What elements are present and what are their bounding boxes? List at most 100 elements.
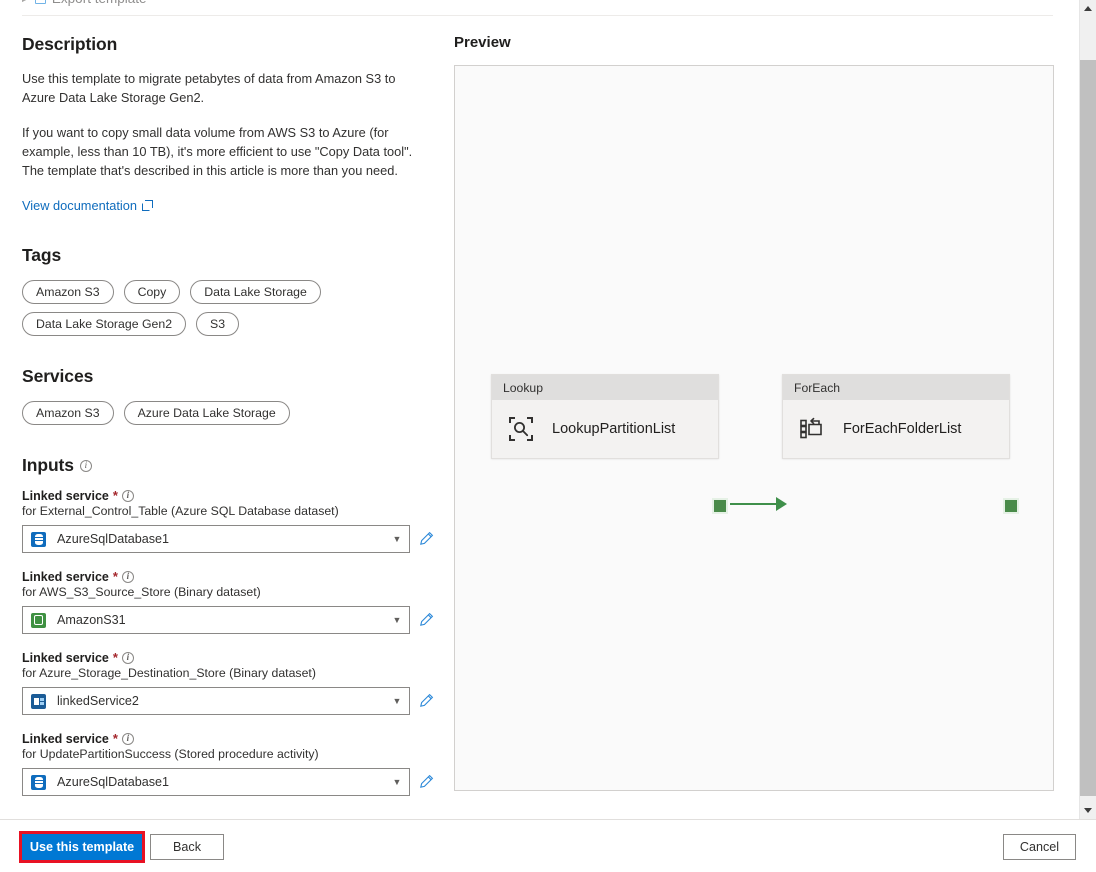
- external-link-icon: [142, 200, 153, 211]
- field-label-row: Linked service * i: [22, 569, 434, 584]
- view-documentation-link[interactable]: View documentation: [22, 198, 153, 213]
- linked-service-dropdown[interactable]: AzureSqlDatabase1 ▼: [22, 768, 410, 796]
- chevron-down-icon: ▼: [391, 697, 403, 706]
- view-documentation-label: View documentation: [22, 198, 137, 213]
- required-marker: *: [113, 488, 118, 503]
- lookup-activity-icon: [508, 416, 534, 442]
- foreach-output-connector[interactable]: [1003, 498, 1019, 514]
- foreach-activity-icon: [799, 416, 825, 442]
- linked-service-dropdown[interactable]: AmazonS31 ▼: [22, 606, 410, 634]
- chevron-right-icon: ▶: [22, 0, 29, 3]
- dropdown-value: AmazonS31: [57, 613, 391, 627]
- pipeline-node-foreach[interactable]: ForEach ForEachFolderList: [782, 374, 1010, 459]
- inputs-heading: Inputs: [22, 455, 74, 476]
- description-paragraph-1: Use this template to migrate petabytes o…: [22, 69, 414, 107]
- description-paragraph-2: If you want to copy small data volume fr…: [22, 123, 414, 180]
- field-label-text: Linked service: [22, 570, 109, 584]
- tag-pill[interactable]: Amazon S3: [22, 280, 114, 304]
- service-pill[interactable]: Azure Data Lake Storage: [124, 401, 290, 425]
- field-control-row: AmazonS31 ▼: [22, 606, 434, 634]
- required-marker: *: [113, 650, 118, 665]
- azure-sql-database-icon: [31, 532, 46, 547]
- tag-pill[interactable]: Data Lake Storage: [190, 280, 321, 304]
- edit-pencil-icon[interactable]: [418, 774, 434, 790]
- field-label-text: Linked service: [22, 489, 109, 503]
- export-template-row[interactable]: ▶ Export template: [0, 0, 1070, 16]
- field-sublabel: for Azure_Storage_Destination_Store (Bin…: [22, 666, 434, 680]
- pipeline-preview-canvas[interactable]: Lookup LookupPartitionList F: [454, 65, 1054, 791]
- field-control-row: AzureSqlDatabase1 ▼: [22, 768, 434, 796]
- info-icon[interactable]: i: [122, 571, 134, 583]
- inputs-heading-row: Inputs i: [22, 455, 434, 476]
- service-pill[interactable]: Amazon S3: [22, 401, 114, 425]
- field-sublabel: for UpdatePartitionSuccess (Stored proce…: [22, 747, 434, 761]
- linked-service-dropdown[interactable]: linkedService2 ▼: [22, 687, 410, 715]
- template-detail-content: Description Use this template to migrate…: [0, 16, 1070, 819]
- chevron-down-icon: ▼: [391, 778, 403, 787]
- node-name-label: LookupPartitionList: [552, 421, 675, 437]
- tag-pill[interactable]: Copy: [124, 280, 181, 304]
- linked-service-field: Linked service * i for UpdatePartitionSu…: [22, 731, 434, 796]
- node-name-label: ForEachFolderList: [843, 421, 961, 437]
- edit-pencil-icon[interactable]: [418, 612, 434, 628]
- field-label-text: Linked service: [22, 732, 109, 746]
- edit-pencil-icon[interactable]: [418, 693, 434, 709]
- export-icon: [35, 0, 46, 4]
- azure-blob-storage-icon: [31, 694, 46, 709]
- amazon-s3-icon: [31, 613, 46, 628]
- field-control-row: linkedService2 ▼: [22, 687, 434, 715]
- tags-list: Amazon S3 Copy Data Lake Storage Data La…: [22, 280, 422, 336]
- node-type-label: Lookup: [492, 375, 718, 400]
- field-label-row: Linked service * i: [22, 488, 434, 503]
- linked-service-field: Linked service * i for Azure_Storage_Des…: [22, 650, 434, 715]
- field-sublabel: for AWS_S3_Source_Store (Binary dataset): [22, 585, 434, 599]
- dropdown-value: AzureSqlDatabase1: [57, 532, 391, 546]
- linked-service-field: Linked service * i for External_Control_…: [22, 488, 434, 553]
- linked-service-field: Linked service * i for AWS_S3_Source_Sto…: [22, 569, 434, 634]
- triangle-down-icon: [1084, 808, 1092, 813]
- info-icon[interactable]: i: [122, 490, 134, 502]
- connector-line: [730, 503, 778, 505]
- scroll-down-button[interactable]: [1080, 802, 1096, 819]
- chevron-down-icon: ▼: [391, 535, 403, 544]
- field-control-row: AzureSqlDatabase1 ▼: [22, 525, 434, 553]
- footer-action-bar: Use this template Back Cancel: [0, 819, 1096, 872]
- use-this-template-button[interactable]: Use this template: [22, 834, 142, 860]
- description-heading: Description: [22, 34, 434, 55]
- tag-pill[interactable]: Data Lake Storage Gen2: [22, 312, 186, 336]
- scroll-up-button[interactable]: [1080, 0, 1096, 17]
- preview-column: Preview Lookup LookupPartitionList: [454, 34, 1054, 791]
- services-heading: Services: [22, 366, 434, 387]
- required-marker: *: [113, 569, 118, 584]
- field-label-row: Linked service * i: [22, 650, 434, 665]
- azure-sql-database-icon: [31, 775, 46, 790]
- tag-pill[interactable]: S3: [196, 312, 239, 336]
- scrollbar-thumb[interactable]: [1080, 60, 1096, 796]
- chevron-down-icon: ▼: [391, 616, 403, 625]
- dropdown-value: AzureSqlDatabase1: [57, 775, 391, 789]
- export-template-label: Export template: [52, 0, 147, 6]
- field-label-text: Linked service: [22, 651, 109, 665]
- field-label-row: Linked service * i: [22, 731, 434, 746]
- triangle-up-icon: [1084, 6, 1092, 11]
- field-sublabel: for External_Control_Table (Azure SQL Da…: [22, 504, 434, 518]
- required-marker: *: [113, 731, 118, 746]
- connector-arrow-icon: [776, 497, 787, 511]
- cancel-button[interactable]: Cancel: [1003, 834, 1076, 860]
- left-details-column: Description Use this template to migrate…: [22, 34, 434, 812]
- node-type-label: ForEach: [783, 375, 1009, 400]
- lookup-output-connector[interactable]: [712, 498, 728, 514]
- back-button[interactable]: Back: [150, 834, 224, 860]
- node-body: ForEachFolderList: [783, 400, 1009, 458]
- pipeline-node-lookup[interactable]: Lookup LookupPartitionList: [491, 374, 719, 459]
- linked-service-dropdown[interactable]: AzureSqlDatabase1 ▼: [22, 525, 410, 553]
- info-icon[interactable]: i: [122, 733, 134, 745]
- dropdown-value: linkedService2: [57, 694, 391, 708]
- vertical-scrollbar[interactable]: [1079, 0, 1096, 819]
- info-icon[interactable]: i: [122, 652, 134, 664]
- tags-heading: Tags: [22, 245, 434, 266]
- edit-pencil-icon[interactable]: [418, 531, 434, 547]
- node-body: LookupPartitionList: [492, 400, 718, 458]
- info-icon[interactable]: i: [80, 460, 92, 472]
- preview-heading: Preview: [454, 34, 1054, 51]
